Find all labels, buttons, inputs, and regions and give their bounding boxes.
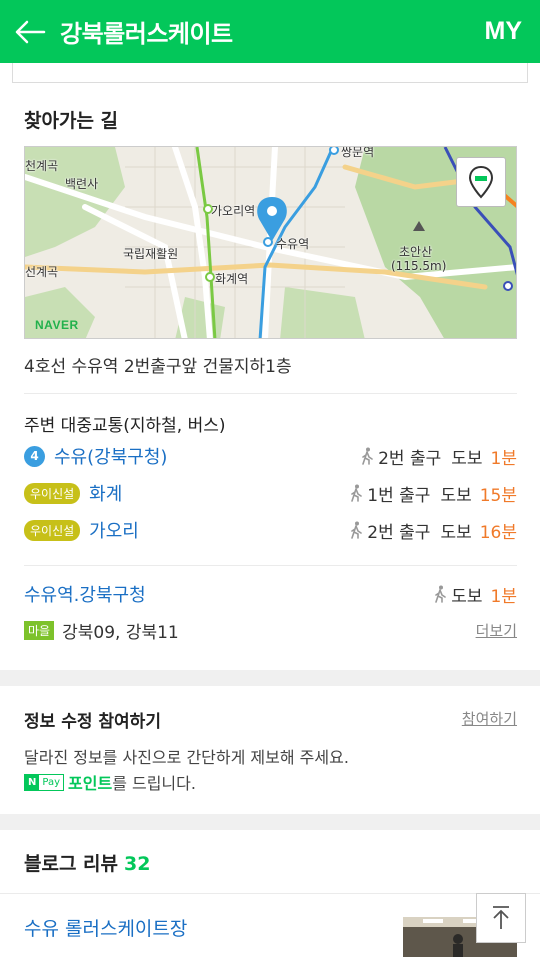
arrow-up-icon [493,906,509,929]
bus-stop-row[interactable]: 수유역.강북구청 도보 1분 [24,580,517,608]
walk-text: 도보 [440,485,472,506]
map-view[interactable]: 천계곡 백련사 가오리역 국립재활원 수유역 화계역 선계곡 초안산 (115.… [24,146,517,339]
subway-row[interactable]: 우이신설 가오리 2번 출구 도보 16분 [24,516,517,544]
directions-title: 찾아가는 길 [24,110,119,132]
blog-review-title: 블로그 리뷰 32 [24,849,150,876]
village-bus-badge: 마을 [24,620,55,640]
info-edit-title: 정보 수정 참여하기 [24,712,161,732]
info-edit-description: 달라진 정보를 사진으로 간단하게 제보해 주세요. [24,748,349,767]
exit-text: 1번 출구 [367,485,431,506]
station-name[interactable]: 수유(강북구청) [54,443,167,469]
page-title: 강북롤러스케이트 [60,20,233,48]
walking-icon [362,447,373,465]
map-label-suyu-station: 수유역 [276,237,310,251]
npay-n: N [25,774,40,790]
point-text: 포인트 [68,774,113,793]
point-suffix: 를 드립니다. [112,774,196,793]
back-arrow-icon [15,20,46,43]
participate-link[interactable]: 참여하기 [462,708,517,729]
divider [0,893,540,894]
naver-logo: NAVER [35,318,79,332]
bus-routes: 강북09, 강북11 [62,622,179,643]
walk-time: 1분 [490,448,517,469]
my-button[interactable]: MY [485,17,540,46]
map-label-rehab: 국립재활원 [123,247,179,261]
map-label-cheongyesa: 천계곡 [25,159,59,173]
map-background [25,147,516,338]
walk-time: 16분 [479,522,517,543]
subway-row[interactable]: 4 수유(강북구청) 2번 출구 도보 1분 [24,442,517,470]
ui-sinseol-line-badge: 우이신설 [24,519,81,541]
back-button[interactable] [0,0,60,63]
bus-stop-name[interactable]: 수유역.강북구청 [24,581,146,607]
address-text: 4호선 수유역 2번출구앞 건물지하1층 [24,357,292,377]
walking-icon [351,521,363,539]
walk-time: 1분 [490,586,517,607]
exit-text: 2번 출구 [367,522,431,543]
map-label-choansan: 초안산 [399,245,433,259]
station-name[interactable]: 가오리 [89,517,139,543]
map-label-cheongyegok: 선계곡 [25,265,59,279]
walk-text: 도보 [451,448,483,469]
top-app-bar: 강북롤러스케이트 MY [0,0,540,63]
location-pin-icon [468,165,494,199]
location-button[interactable] [456,157,506,207]
section-separator [0,814,540,830]
npay-logo: N Pay [24,773,65,791]
map-label-baengnyeonsa: 백련사 [65,177,99,191]
previous-card-edge [12,63,528,83]
blog-item-title[interactable]: 수유 롤러스케이트장 [24,914,187,941]
exit-text: 2번 출구 [378,448,442,469]
map-label-ssangmun: 쌍문역 [341,146,375,159]
npay-point-line: N Pay 포인트 를 드립니다. [24,770,196,794]
more-link[interactable]: 더보기 [476,620,517,641]
blog-review-count: 32 [124,853,151,875]
ui-sinseol-line-badge: 우이신설 [24,482,81,504]
subway-row[interactable]: 우이신설 화계 1번 출구 도보 15분 [24,479,517,507]
npay-pay: Pay [42,776,61,788]
walk-time: 15분 [479,485,517,506]
section-separator [0,670,540,686]
map-label-hwagye-station: 화계역 [215,272,249,286]
scroll-to-top-button[interactable] [476,893,526,943]
divider [24,393,517,394]
map-label-gaori-station: 가오리역 [211,204,256,218]
station-name[interactable]: 화계 [89,480,122,506]
bus-routes-row: 마을 강북09, 강북11 더보기 [24,616,517,644]
walk-text: 도보 [440,522,472,543]
transit-title: 주변 대중교통(지하철, 버스) [24,416,226,436]
blog-review-label: 블로그 리뷰 [24,853,119,875]
line-4-badge: 4 [24,445,45,467]
walking-icon [435,585,447,603]
walk-text: 도보 [451,586,483,607]
map-label-choansan-height: (115.5m) [391,259,447,273]
divider [24,565,517,566]
walking-icon [351,484,363,502]
